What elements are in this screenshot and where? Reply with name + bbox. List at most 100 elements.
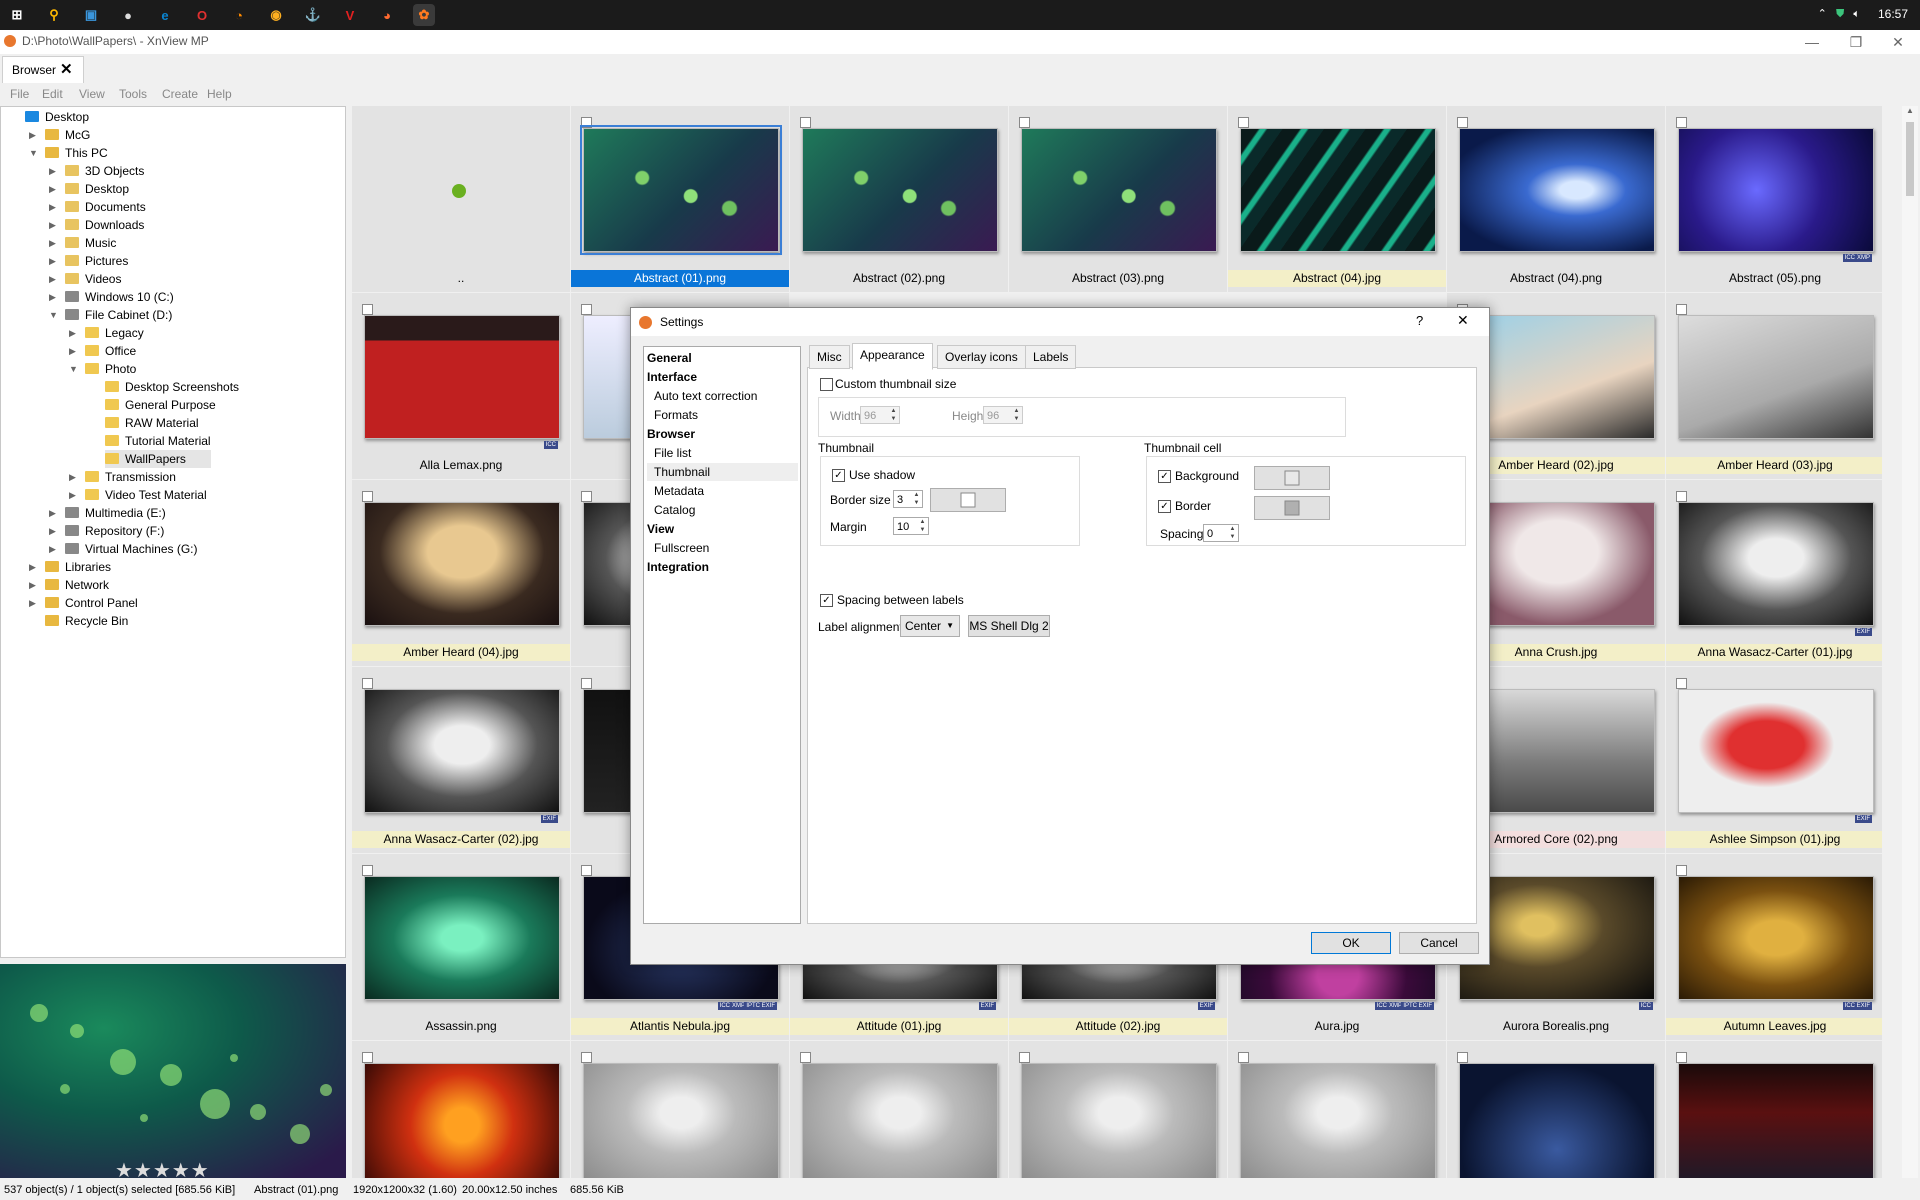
image-preview[interactable] [0, 964, 346, 1178]
select-checkbox[interactable] [1019, 117, 1030, 128]
settings-category-view[interactable]: View [647, 520, 674, 538]
thumbnail-cell[interactable] [352, 1041, 570, 1178]
tab-labels[interactable]: Labels [1025, 345, 1077, 369]
height-spinbox[interactable]: 96 ▲ ▼ [983, 406, 1023, 424]
settings-category-thumbnail[interactable]: Thumbnail [647, 463, 798, 481]
width-spinbox[interactable]: 96 ▲ ▼ [860, 406, 900, 424]
select-checkbox[interactable] [362, 304, 373, 315]
shield-icon[interactable]: ⛊ [1836, 8, 1844, 20]
select-checkbox[interactable] [1019, 1052, 1030, 1063]
chevron-right-icon[interactable]: ▶ [49, 540, 56, 558]
thumbnail-image[interactable] [1678, 689, 1874, 813]
chevron-right-icon[interactable]: ▶ [29, 594, 36, 612]
thumbnail-cell[interactable]: Amber Heard (04).jpg [352, 480, 570, 666]
restore-button[interactable]: ❐ [1838, 32, 1874, 52]
chevron-right-icon[interactable]: ▶ [49, 162, 56, 180]
chrome-icon[interactable]: ◉ [265, 4, 287, 26]
thumbnail-cell[interactable] [1447, 1041, 1665, 1178]
thumbnail-image[interactable] [1678, 876, 1874, 1000]
thumbnail-image[interactable] [583, 1063, 779, 1178]
select-checkbox[interactable] [1676, 304, 1687, 315]
thumbnail-cell[interactable]: Abstract (04).png [1447, 106, 1665, 292]
thumbnail-image[interactable] [1678, 315, 1874, 439]
tab-browser[interactable]: Browser ✕ [2, 56, 84, 83]
spin-down-icon[interactable]: ▼ [918, 526, 927, 534]
windows-start-icon[interactable]: ⊞ [6, 4, 28, 26]
thumbnail-image[interactable] [580, 125, 782, 255]
tree-item[interactable]: ▼ This PC [29, 144, 108, 162]
tree-item[interactable]: ▶ McG [29, 126, 90, 144]
border-size-spinbox[interactable]: 3 ▲ ▼ [893, 490, 923, 508]
app-icon[interactable]: ● [117, 4, 139, 26]
select-checkbox[interactable] [581, 491, 592, 502]
app-icon[interactable]: ⚓ [302, 4, 324, 26]
chevron-right-icon[interactable]: ▶ [49, 180, 56, 198]
thumbnail-image[interactable] [1678, 128, 1874, 252]
spin-up-icon[interactable]: ▲ [889, 407, 898, 415]
settings-category-fullscreen[interactable]: Fullscreen [654, 539, 709, 557]
tree-item[interactable]: ▶ Windows 10 (C:) [49, 288, 174, 306]
thumbnail-image[interactable] [364, 502, 560, 626]
border-checkbox[interactable]: ✓ [1158, 500, 1171, 513]
tab-misc[interactable]: Misc [809, 345, 850, 369]
chevron-right-icon[interactable]: ▶ [69, 324, 76, 342]
clock[interactable]: 16:57 [1878, 7, 1908, 21]
select-checkbox[interactable] [581, 1052, 592, 1063]
margin-spinbox[interactable]: 10 ▲ ▼ [893, 517, 929, 535]
thumbnail-image[interactable] [802, 1063, 998, 1178]
thumbnail-cell[interactable]: Amber Heard (03).jpg [1666, 293, 1882, 479]
settings-category-file-list[interactable]: File list [654, 444, 691, 462]
tree-item[interactable]: ▶ Music [49, 234, 116, 252]
select-checkbox[interactable] [581, 865, 592, 876]
tree-item[interactable]: ▶ Virtual Machines (G:) [49, 540, 197, 558]
select-checkbox[interactable] [362, 1052, 373, 1063]
thumbnail-image[interactable] [1021, 128, 1217, 252]
settings-category-browser[interactable]: Browser [647, 425, 695, 443]
thumbnail-cell[interactable]: Assassin.png [352, 854, 570, 1040]
settings-category-list[interactable]: General Interface Auto text correction Form… [643, 346, 801, 924]
chevron-down-icon[interactable]: ▼ [29, 144, 38, 162]
tree-item[interactable]: Tutorial Material [105, 432, 211, 450]
menu-file[interactable]: File [10, 87, 29, 101]
tree-item[interactable]: ▶ Libraries [29, 558, 111, 576]
speaker-icon[interactable]: 🔈︎ [1853, 8, 1860, 20]
thumbnail-image[interactable] [1678, 502, 1874, 626]
chevron-right-icon[interactable]: ▶ [69, 342, 76, 360]
opera-icon[interactable]: O [191, 4, 213, 26]
settings-category-integration[interactable]: Integration [647, 558, 709, 576]
chevron-right-icon[interactable]: ▶ [49, 504, 56, 522]
thumbnail-image[interactable] [1240, 1063, 1436, 1178]
select-checkbox[interactable] [1676, 491, 1687, 502]
edge-icon[interactable]: e [154, 4, 176, 26]
select-checkbox[interactable] [1676, 678, 1687, 689]
firefox-icon[interactable]: ◔ [228, 4, 250, 26]
tree-item[interactable]: ▶ Video Test Material [69, 486, 207, 504]
tree-item[interactable]: ▶ Network [29, 576, 109, 594]
settings-category-auto-text-correction[interactable]: Auto text correction [654, 387, 757, 405]
help-button[interactable]: ? [1416, 313, 1423, 328]
thumbnail-image[interactable] [1240, 128, 1436, 252]
thumbnail-image[interactable] [364, 876, 560, 1000]
select-checkbox[interactable] [362, 678, 373, 689]
tree-item[interactable]: Desktop [25, 108, 89, 126]
select-checkbox[interactable] [800, 117, 811, 128]
chevron-up-icon[interactable]: ⌃ [1818, 8, 1827, 20]
select-checkbox[interactable] [362, 491, 373, 502]
select-checkbox[interactable] [581, 678, 592, 689]
tree-item[interactable]: ▶ Control Panel [29, 594, 138, 612]
thumbnail-cell[interactable]: ICC XMP Abstract (05).png [1666, 106, 1882, 292]
spacing-spinbox[interactable]: 0 ▲ ▼ [1203, 524, 1239, 542]
background-checkbox[interactable]: ✓ [1158, 470, 1171, 483]
close-tab-icon[interactable]: ✕ [60, 60, 73, 78]
chevron-right-icon[interactable]: ▶ [29, 558, 36, 576]
system-tray[interactable]: ⌃ ⛊ 🔈︎ [1818, 7, 1860, 21]
task-view-icon[interactable]: ▣ [80, 4, 102, 26]
spin-down-icon[interactable]: ▼ [889, 415, 898, 423]
spin-down-icon[interactable]: ▼ [1228, 533, 1237, 541]
thumbnail-cell[interactable]: Abstract (01).png [571, 106, 789, 292]
thumbnail-image[interactable] [802, 128, 998, 252]
scrollbar-thumb[interactable] [1906, 122, 1914, 196]
vertical-scrollbar[interactable]: ▲ [1902, 106, 1918, 1178]
use-shadow-checkbox[interactable]: ✓ [832, 469, 845, 482]
thumbnail-cell[interactable] [1228, 1041, 1446, 1178]
